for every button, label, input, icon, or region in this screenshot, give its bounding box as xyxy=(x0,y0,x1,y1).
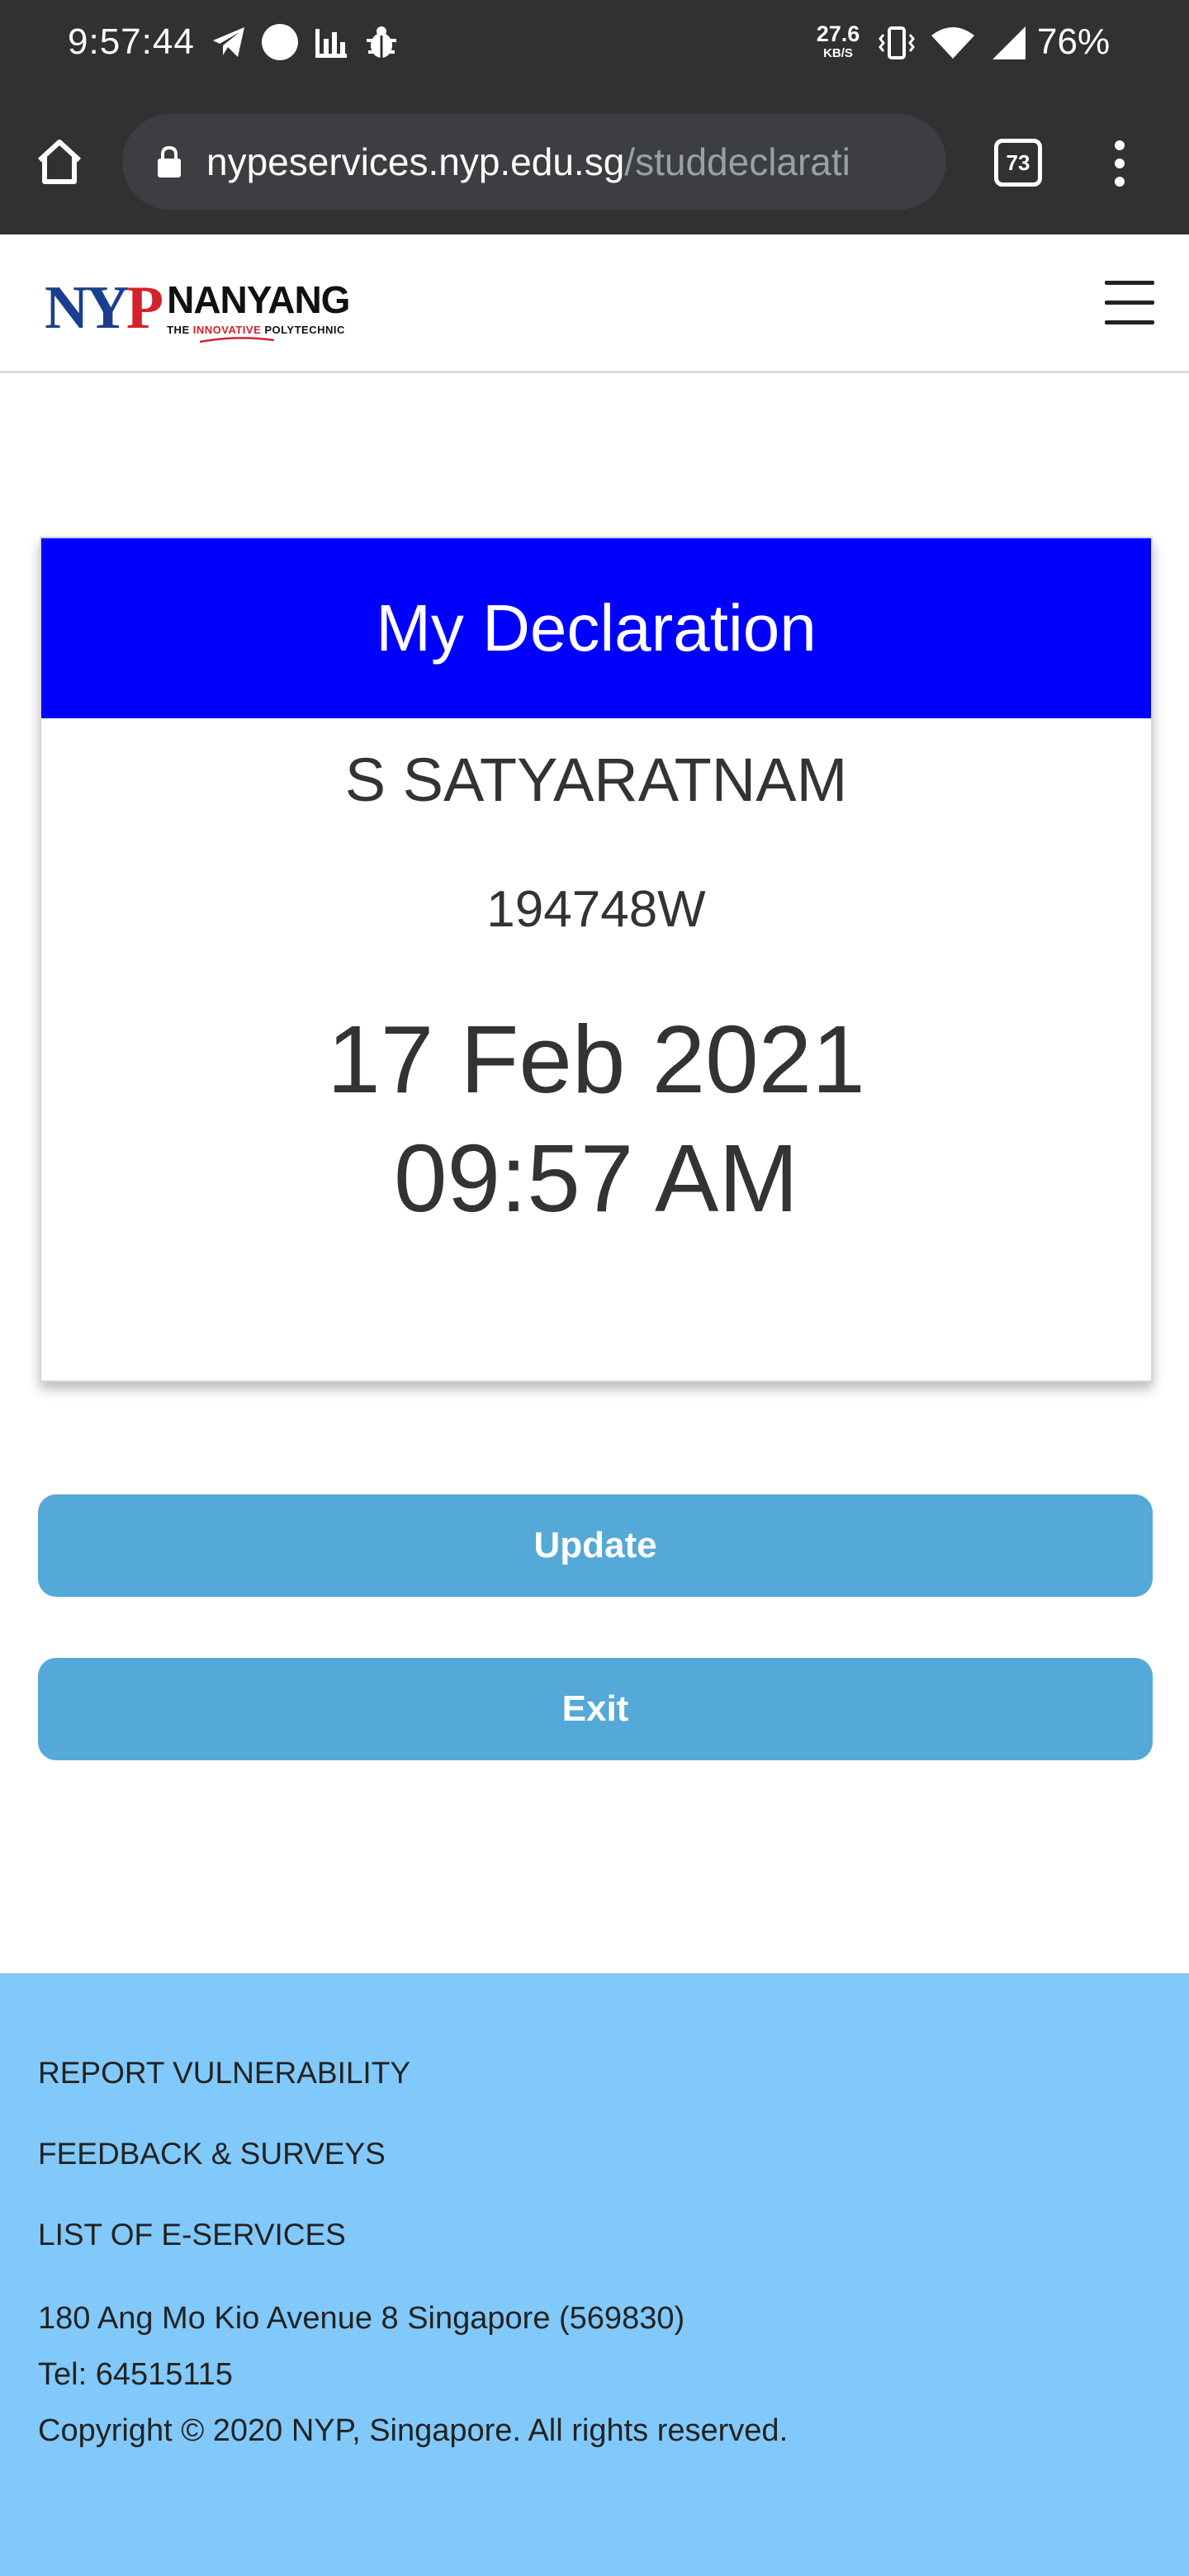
bar-chart-icon xyxy=(314,26,348,59)
notification-icons xyxy=(211,23,400,61)
logo-tagline: THE INNOVATIVE POLYTECHNIC xyxy=(167,324,349,343)
logo-mark: NYP xyxy=(45,274,163,342)
logo-mark-y: Y xyxy=(85,274,129,342)
network-speed-unit: KB/S xyxy=(823,46,853,60)
report-vulnerability-link[interactable]: REPORT VULNERABILITY xyxy=(38,2056,410,2091)
circle-icon xyxy=(261,23,299,61)
more-options-icon[interactable] xyxy=(1103,139,1136,188)
logo-mark-n: N xyxy=(45,274,88,342)
cell-signal-icon xyxy=(991,25,1027,65)
wifi-icon xyxy=(930,26,976,64)
student-id: 194748W xyxy=(486,881,706,938)
status-bar: 9:57:44 27.6 KB/S 76% xyxy=(0,0,1189,89)
student-name: S SATYARATNAM xyxy=(344,746,848,814)
footer-tel: Tel: 64515115 xyxy=(38,2357,233,2392)
browser-toolbar: nypeservices.nyp.edu.sg/studdeclarati 73 xyxy=(0,89,1189,234)
footer-contact-info: 180 Ang Mo Kio Avenue 8 Singapore (56983… xyxy=(38,2290,788,2459)
url-text: nypeservices.nyp.edu.sg/studdeclarati xyxy=(206,140,850,184)
card-title: My Declaration xyxy=(41,538,1151,718)
footer-copyright: Copyright © 2020 NYP, Singapore. All rig… xyxy=(38,2413,789,2448)
url-path: /studdeclarati xyxy=(624,140,850,183)
battery-level: 76% xyxy=(1037,21,1111,62)
logo-tag-innovative: INNOVATIVE xyxy=(192,324,262,336)
exit-button[interactable]: Exit xyxy=(38,1658,1153,1760)
telegram-icon xyxy=(211,26,246,59)
update-button[interactable]: Update xyxy=(38,1494,1153,1597)
logo-words: NANYANG THE INNOVATIVE POLYTECHNIC xyxy=(167,278,350,343)
logo-name: NANYANG xyxy=(167,278,350,321)
declaration-datetime: 17 Feb 2021 09:57 AM xyxy=(41,1001,1151,1238)
logo-tag-pre: THE xyxy=(167,324,193,336)
network-speed: 27.6 KB/S xyxy=(812,21,864,60)
logo-tag-post: POLYTECHNIC xyxy=(261,324,345,336)
url-domain: nypeservices.nyp.edu.sg xyxy=(206,140,625,183)
tab-switcher-button[interactable]: 73 xyxy=(994,139,1042,187)
bug-icon xyxy=(363,24,400,60)
list-of-eservices-link[interactable]: LIST OF E-SERVICES xyxy=(38,2218,346,2252)
nyp-logo[interactable]: NYP NANYANG THE INNOVATIVE POLYTECHNIC xyxy=(45,274,350,343)
feedback-surveys-link[interactable]: FEEDBACK & SURVEYS xyxy=(38,2137,386,2171)
site-header: NYP NANYANG THE INNOVATIVE POLYTECHNIC xyxy=(0,234,1189,373)
tab-count: 73 xyxy=(1006,149,1030,175)
home-icon[interactable] xyxy=(33,135,86,188)
logo-mark-p: P xyxy=(126,274,163,342)
address-bar[interactable]: nypeservices.nyp.edu.sg/studdeclarati xyxy=(122,114,946,210)
lock-icon xyxy=(157,145,182,178)
status-time: 9:57:44 xyxy=(68,21,195,62)
declaration-time: 09:57 AM xyxy=(393,1124,799,1232)
vibrate-icon xyxy=(879,25,915,65)
declaration-date: 17 Feb 2021 xyxy=(327,1006,865,1113)
hamburger-menu-icon[interactable] xyxy=(1105,281,1154,327)
system-icons xyxy=(879,25,1027,65)
footer-address: 180 Ang Mo Kio Avenue 8 Singapore (56983… xyxy=(38,2301,685,2336)
declaration-card: My Declaration S SATYARATNAM 194748W 17 … xyxy=(40,537,1153,1382)
network-speed-value: 27.6 xyxy=(816,21,860,46)
logo-swoosh xyxy=(200,337,275,343)
site-footer: REPORT VULNERABILITY FEEDBACK & SURVEYS … xyxy=(0,1973,1189,2576)
